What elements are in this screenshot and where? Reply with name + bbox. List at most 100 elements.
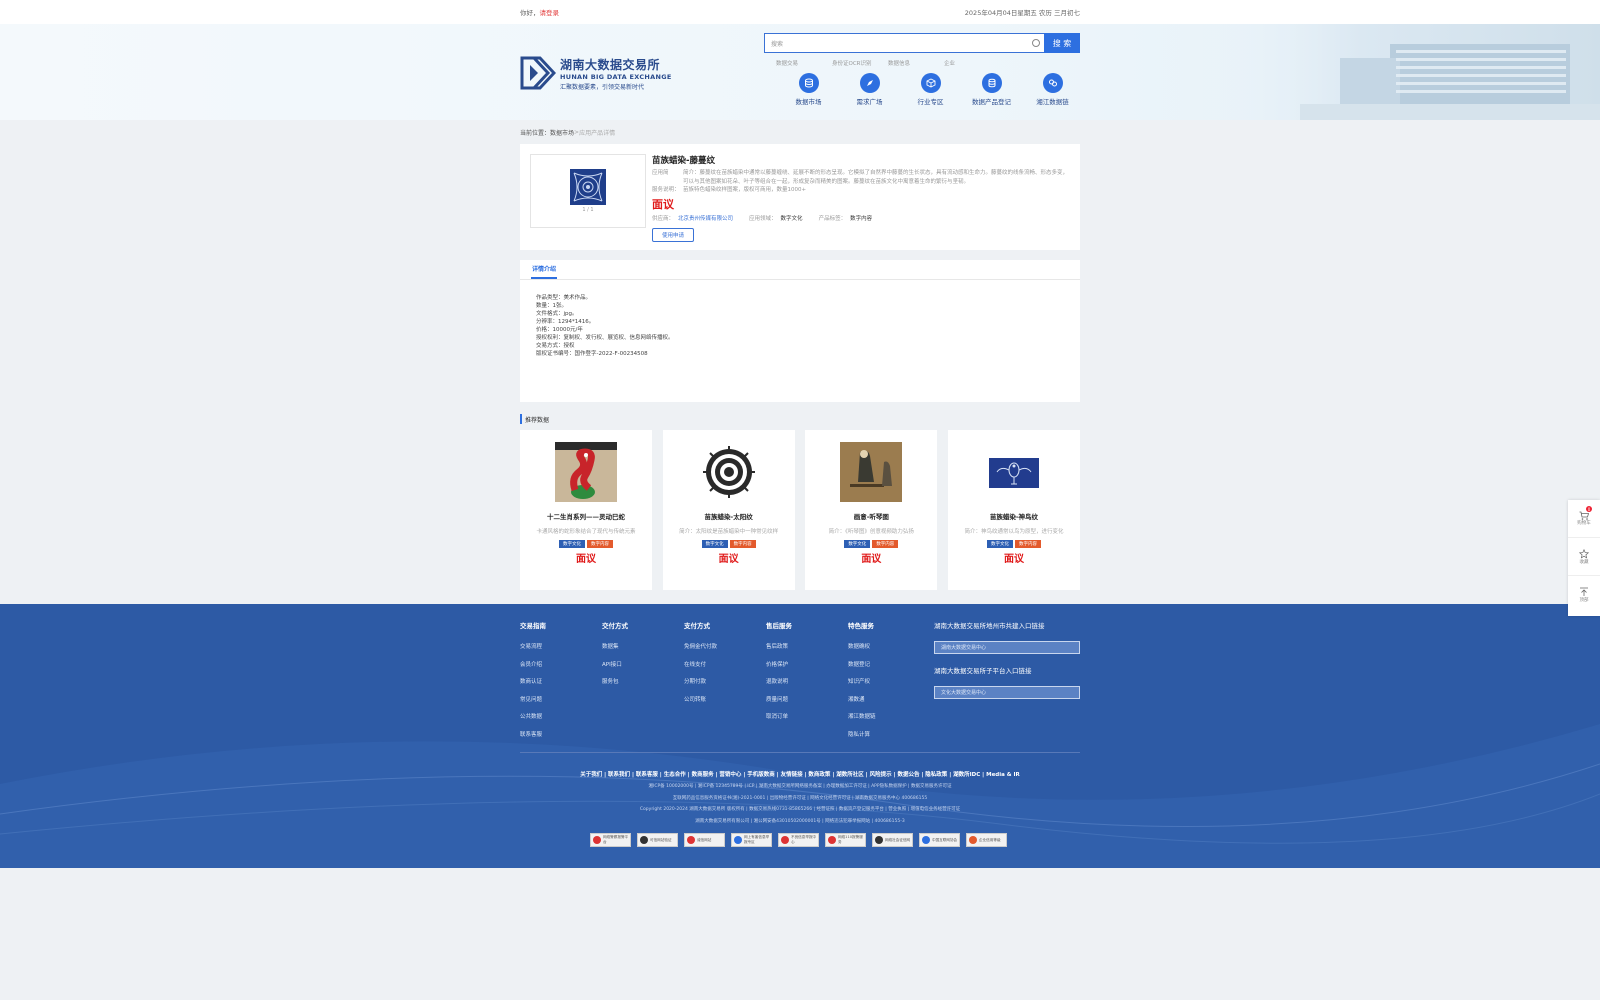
footer-link[interactable]: 质量问题: [766, 695, 848, 713]
chain-icon: [1042, 73, 1063, 93]
cert-badge[interactable]: 可信网站验证: [637, 833, 678, 847]
footer-link[interactable]: 数据确权: [848, 642, 930, 660]
product-image-box: 1 / 1: [530, 154, 646, 228]
site-logo[interactable]: 湖南大数据交易所 HUNAN BIG DATA EXCHANGE 汇聚数据要素，…: [520, 54, 672, 92]
product-tag: 数字内容: [850, 215, 873, 222]
footer-link[interactable]: 公司转账: [684, 695, 766, 713]
badge-icon: [640, 836, 648, 844]
cart-button[interactable]: 0 购物车: [1568, 500, 1600, 538]
search-input[interactable]: 搜索: [764, 33, 1044, 53]
card-price: 面议: [718, 554, 739, 565]
sub-platform-select[interactable]: 文化大数据交易中心: [934, 686, 1080, 699]
footer-link[interactable]: 湘数通: [848, 695, 930, 713]
card-image-painting: [840, 442, 903, 502]
logo-chinese: 湖南大数据交易所: [560, 57, 661, 72]
detail-panel: 详情介绍 作品类型：美术作品。 数量：1张。 文件格式：jpg。 分辨率：129…: [520, 260, 1080, 402]
footer-link[interactable]: 服务包: [602, 677, 684, 695]
logo-slogan: 汇聚数据要素，引领交易新时代: [560, 83, 645, 91]
tab-detail-intro[interactable]: 详情介绍: [531, 264, 558, 279]
footer-legal: 湘ICP备 10002000号 | 湘ICP备 12345789号 | ICP …: [639, 784, 961, 824]
footer-link[interactable]: 交易流程: [520, 642, 602, 660]
collect-button[interactable]: 收藏: [1568, 538, 1600, 576]
footer-nav-links[interactable]: 关于我们 | 联系我们 | 联系客服 | 生态合作 | 数商服务 | 营销中心 …: [520, 770, 1080, 778]
footer-link[interactable]: 取消订单: [766, 712, 848, 730]
search-button[interactable]: 搜 索: [1044, 33, 1080, 53]
recommend-card[interactable]: 十二生肖系列——灵动巳蛇 卡通风格的蛇形象结合了现代与传统元素 数字文化 数字内…: [520, 430, 652, 590]
footer-link[interactable]: 联系客服: [520, 730, 602, 748]
nav-xiangjiang-chain[interactable]: 湘江数据链: [1022, 73, 1083, 106]
image-pager[interactable]: 1 / 1: [582, 207, 593, 213]
cert-badge[interactable]: 中国互联网协会: [919, 833, 960, 847]
product-service: 服务说明： 苗族特色蜡染纹样图案，版权可商用，数量1000+: [652, 187, 807, 193]
arrow-up-icon: [1580, 587, 1588, 596]
star-icon: [1579, 548, 1589, 559]
detail-line: 授权权利：复制权、发行权、展览权、信息网络传播权。: [536, 335, 674, 341]
breadcrumb-market-link[interactable]: 数据市场: [550, 128, 574, 137]
hot-link[interactable]: 身份证OCR识别: [832, 59, 888, 67]
application-field: 数字文化: [780, 215, 803, 222]
apply-button[interactable]: 使用申请: [652, 227, 694, 242]
header-building-image: [1200, 24, 1600, 120]
badge-icon: [734, 836, 742, 844]
cert-badge[interactable]: 网上有害信息举报专区: [731, 833, 772, 847]
cert-badge[interactable]: 网络社会征信网: [872, 833, 913, 847]
back-to-top-button[interactable]: 顶部: [1568, 576, 1600, 614]
footer-link[interactable]: 在线支付: [684, 660, 766, 678]
nav-product-register[interactable]: 数据产品登记: [961, 73, 1022, 106]
footer-link[interactable]: 数商认证: [520, 677, 602, 695]
footer-link[interactable]: 价格保护: [766, 660, 848, 678]
supplier-link[interactable]: 北京贵州传媒有限公司: [678, 214, 733, 222]
card-title: 苗族蜡染-神鸟纹: [989, 513, 1039, 521]
footer-link[interactable]: 数据集: [602, 642, 684, 660]
cert-badge[interactable]: 网络110报警服务: [825, 833, 866, 847]
footer-link[interactable]: 公共数据: [520, 712, 602, 730]
footer-link[interactable]: 售后政策: [766, 642, 848, 660]
footer-link[interactable]: 会员介绍: [520, 660, 602, 678]
card-image-sun-pattern: [702, 446, 755, 498]
hot-link[interactable]: 数据信息: [888, 59, 944, 67]
nav-data-market[interactable]: 数据市场: [778, 73, 839, 106]
recommend-card[interactable]: 画意-听琴图 简介：《听琴图》创意视频助力弘扬 数字文化 数字内容 面议: [805, 430, 938, 590]
nav-industry-zone[interactable]: 行业专区: [900, 73, 961, 106]
recommend-card[interactable]: 苗族蜡染-太阳纹 简介：太阳纹是苗族蜡染中一种常见纹样 数字文化 数字内容 面议: [662, 430, 795, 590]
hot-link[interactable]: 数据交易: [776, 59, 832, 67]
footer-link[interactable]: 常见问题: [520, 695, 602, 713]
cert-badge[interactable]: 诚信网站: [684, 833, 725, 847]
detail-tabs: 详情介绍: [520, 260, 1080, 280]
hot-link[interactable]: 企业: [944, 59, 1000, 67]
register-icon: [981, 73, 1002, 93]
card-price: 面议: [1003, 554, 1024, 565]
footer-link[interactable]: 数据登记: [848, 660, 930, 678]
city-portal-select[interactable]: 湖南大数据交易中心: [934, 641, 1080, 654]
product-title: 苗族蜡染-藤蔓纹: [652, 156, 716, 166]
header: 湖南大数据交易所 HUNAN BIG DATA EXCHANGE 汇聚数据要素，…: [0, 24, 1600, 120]
recommend-card[interactable]: 苗族蜡染-神鸟纹 简介：神鸟纹通常以鸟为原型，进行变化 数字文化 数字内容 面议: [947, 430, 1080, 590]
footer-link[interactable]: 隐私计算: [848, 730, 930, 748]
footer-link[interactable]: API接口: [602, 660, 684, 678]
logo-mark-icon: [520, 56, 556, 90]
badge-icon: [593, 836, 601, 844]
badge-icon: [922, 836, 930, 844]
footer-link[interactable]: 知识产权: [848, 677, 930, 695]
footer-link[interactable]: 退款说明: [766, 677, 848, 695]
footer-link[interactable]: 湘江数据链: [848, 712, 930, 730]
certification-badges: 网络警察报警平台 可信网站验证 诚信网站 网上有害信息举报专区 不良信息举报中心…: [590, 833, 1007, 847]
card-title: 画意-听琴图: [853, 513, 889, 521]
cert-badge[interactable]: 不良信息举报中心: [778, 833, 819, 847]
footer-portals: 湖南大数据交易所地州市共建入口链接 湖南大数据交易中心 湖南大数据交易所子平台入…: [934, 620, 1080, 710]
product-image[interactable]: [570, 169, 606, 205]
login-link[interactable]: 请登录: [540, 9, 560, 17]
footer-link[interactable]: 分期付款: [684, 677, 766, 695]
side-float-toolbar: 0 购物车 收藏 顶部: [1568, 500, 1600, 616]
detail-line: 分辨率：1294*1416。: [536, 319, 595, 325]
product-intro: 应用简 简介：藤蔓纹在苗族蜡染中通常以藤蔓缠绕、延展不断的形态呈现。它模拟了自然…: [652, 170, 1069, 185]
search-icon[interactable]: [1032, 39, 1040, 47]
nav-demand-square[interactable]: 需求广场: [839, 73, 900, 106]
card-image-snake: [555, 442, 617, 502]
cert-badge[interactable]: 网络警察报警平台: [590, 833, 631, 847]
card-desc: 简介：《听琴图》创意视频助力弘扬: [828, 529, 914, 535]
footer-col-aftersale: 售后服务 售后政策 价格保护 退款说明 质量问题 取消订单: [766, 620, 848, 747]
badge-icon: [875, 836, 883, 844]
footer-link[interactable]: 免佣金代付款: [684, 642, 766, 660]
cert-badge[interactable]: 企业信用等级: [966, 833, 1007, 847]
